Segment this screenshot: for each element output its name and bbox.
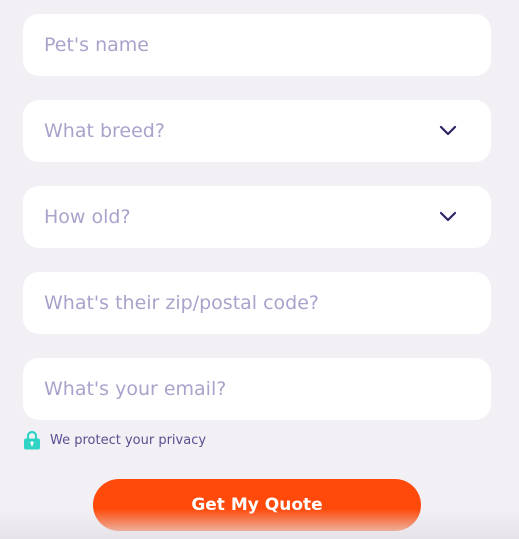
zip-code-field[interactable] <box>23 272 491 334</box>
pet-name-field[interactable] <box>23 14 491 76</box>
get-my-quote-button[interactable]: Get My Quote <box>93 479 421 531</box>
chevron-down-icon <box>439 125 457 136</box>
lock-icon <box>24 430 40 450</box>
chevron-down-icon <box>439 211 457 222</box>
privacy-notice: We protect your privacy <box>23 430 206 450</box>
email-field[interactable] <box>23 358 491 420</box>
privacy-text: We protect your privacy <box>50 432 207 448</box>
breed-select[interactable]: What breed? <box>23 100 491 162</box>
zip-code-input[interactable] <box>44 292 470 314</box>
breed-select-label: What breed? <box>44 120 165 142</box>
age-select-label: How old? <box>44 206 131 228</box>
pet-name-input[interactable] <box>44 34 470 56</box>
age-select[interactable]: How old? <box>23 186 491 248</box>
pet-quote-form: What breed? How old? <box>23 14 491 444</box>
email-input[interactable] <box>44 378 470 400</box>
